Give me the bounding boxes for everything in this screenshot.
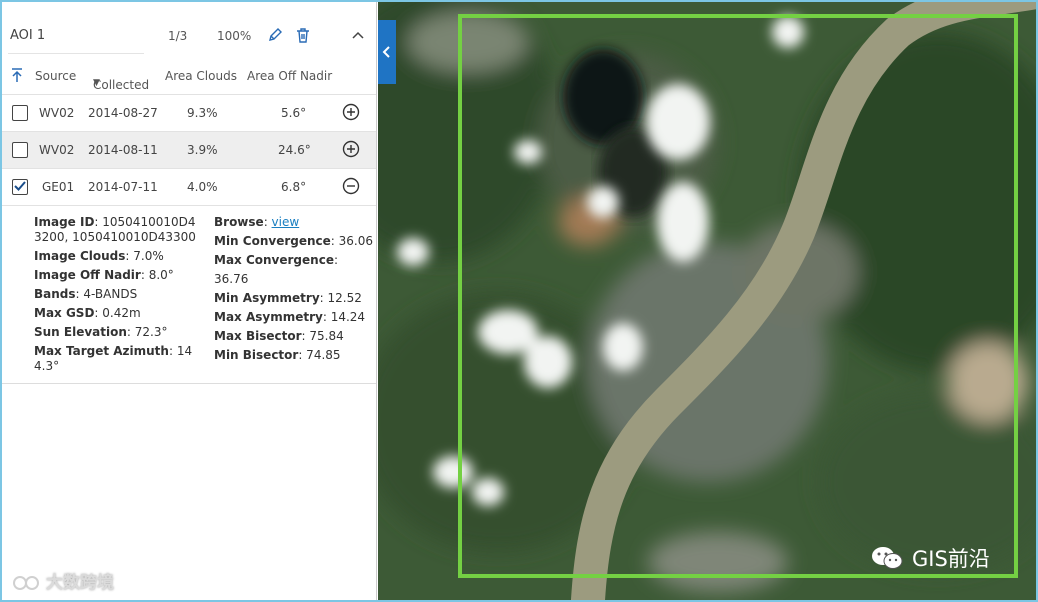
aoi-coverage-percent: 100% — [217, 29, 252, 43]
detail-value: : 74.85 — [298, 348, 341, 362]
detail-label: Image ID — [34, 215, 95, 229]
column-area-off-nadir[interactable]: Area Off Nadir — [247, 69, 332, 83]
aoi-outline[interactable] — [458, 14, 1018, 578]
browse-view-link[interactable]: view — [272, 215, 300, 229]
row-date: 2014-08-27 — [88, 106, 158, 120]
trash-icon[interactable] — [294, 26, 312, 44]
detail-value: : 12.52 — [319, 291, 362, 305]
aoi-name-underline — [8, 53, 144, 54]
results-column-header: Source Collected ▼ Area Clouds Area Off … — [2, 60, 376, 95]
row-source: WV02 — [39, 143, 75, 157]
panel-collapse-tab[interactable] — [378, 20, 396, 84]
watermark-right: GIS前沿 — [870, 543, 990, 573]
detail-sep: : — [263, 215, 272, 229]
aoi-page-count: 1/3 — [168, 29, 188, 43]
chevron-left-icon — [382, 46, 390, 58]
detail-max-target-azimuth: Max Target Azimuth: 14 — [34, 342, 204, 361]
table-row[interactable]: WV02 2014-08-11 3.9% 24.6° — [2, 132, 376, 169]
app-frame: AOI 1 1/3 100% Source Collected ▼ Area C… — [0, 0, 1038, 602]
row-date: 2014-08-11 — [88, 143, 158, 157]
checkmark-icon — [14, 181, 26, 191]
row-clouds: 3.9% — [187, 143, 218, 157]
imagery-panel: AOI 1 1/3 100% Source Collected ▼ Area C… — [2, 2, 377, 600]
detail-label: Max Target Azimuth — [34, 344, 169, 358]
detail-sun-elevation: Sun Elevation: 72.3° — [34, 323, 204, 342]
row-checkbox[interactable] — [12, 105, 28, 121]
detail-label: Image Off Nadir — [34, 268, 141, 282]
watermark-left: 大数跨境 — [12, 568, 114, 593]
row-source: GE01 — [42, 180, 75, 194]
sort-top-icon[interactable] — [10, 67, 24, 86]
details-right-column: Browse: view Min Convergence: 36.06 Max … — [214, 213, 374, 365]
detail-min-convergence: Min Convergence: 36.06 — [214, 232, 374, 251]
detail-label: Max Convergence — [214, 253, 334, 267]
detail-label: Image Clouds — [34, 249, 126, 263]
detail-value: : 4-BANDS — [75, 287, 138, 301]
column-source[interactable]: Source — [35, 69, 76, 83]
detail-image-clouds: Image Clouds: 7.0% — [34, 247, 204, 266]
detail-max-gsd: Max GSD: 0.42m — [34, 304, 204, 323]
table-row-selected[interactable]: GE01 2014-07-11 4.0% 6.8° — [2, 169, 376, 206]
row-date: 2014-07-11 — [88, 180, 158, 194]
detail-label: Max Bisector — [214, 329, 302, 343]
row-off-nadir: 6.8° — [281, 180, 307, 194]
wechat-icon — [872, 547, 903, 569]
row-clouds: 9.3% — [187, 106, 218, 120]
watermark-logo-icon — [13, 576, 39, 590]
detail-image-off-nadir: Image Off Nadir: 8.0° — [34, 266, 204, 285]
detail-label: Bands — [34, 287, 76, 301]
detail-min-bisector: Min Bisector: 74.85 — [214, 346, 374, 365]
detail-max-convergence: Max Convergence: 36.76 — [214, 251, 374, 289]
detail-value: : 75.84 — [301, 329, 344, 343]
detail-label: Min Asymmetry — [214, 291, 320, 305]
detail-label: Max GSD — [34, 306, 95, 320]
detail-label: Min Bisector — [214, 348, 299, 362]
aoi-name[interactable]: AOI 1 — [10, 28, 45, 43]
add-circle-icon[interactable] — [342, 103, 360, 121]
detail-label: Min Convergence — [214, 234, 331, 248]
details-left-column: Image ID: 1050410010D4 3200, 1050410010D… — [34, 213, 204, 376]
detail-label: Max Asymmetry — [214, 310, 323, 324]
chevron-up-icon[interactable] — [349, 26, 367, 44]
aoi-header: AOI 1 1/3 100% — [2, 2, 376, 58]
column-collected-label: Collected — [93, 78, 150, 92]
row-off-nadir: 24.6° — [278, 143, 311, 157]
add-circle-icon[interactable] — [342, 140, 360, 158]
detail-max-asymmetry: Max Asymmetry: 14.24 — [214, 308, 374, 327]
detail-max-bisector: Max Bisector: 75.84 — [214, 327, 374, 346]
sort-desc-icon: ▼ — [93, 78, 100, 88]
satellite-map[interactable] — [378, 2, 1036, 600]
detail-value: : 36.06 — [330, 234, 373, 248]
detail-label: Sun Elevation — [34, 325, 127, 339]
row-clouds: 4.0% — [187, 180, 218, 194]
remove-circle-icon[interactable] — [342, 177, 360, 195]
detail-bands: Bands: 4-BANDS — [34, 285, 204, 304]
detail-value: : 1050410010D4 — [94, 215, 196, 229]
detail-value: : 7.0% — [125, 249, 164, 263]
detail-value: : 14 — [168, 344, 193, 358]
table-row[interactable]: WV02 2014-08-27 9.3% 5.6° — [2, 95, 376, 132]
detail-browse: Browse: view — [214, 213, 374, 232]
detail-image-id-cont: 3200, 1050410010D43300 — [34, 230, 196, 244]
detail-value: : 72.3° — [126, 325, 168, 339]
row-source: WV02 — [39, 106, 75, 120]
detail-value: : 0.42m — [94, 306, 141, 320]
pencil-icon[interactable] — [266, 26, 284, 44]
detail-value: : 8.0° — [140, 268, 174, 282]
detail-value: : 14.24 — [322, 310, 366, 324]
watermark-left-text: 大数跨境 — [46, 573, 114, 593]
row-checkbox-checked[interactable] — [12, 179, 28, 195]
watermark-right-text: GIS前沿 — [912, 547, 990, 571]
detail-label: Browse — [214, 215, 264, 229]
column-area-clouds[interactable]: Area Clouds — [165, 69, 237, 83]
row-checkbox[interactable] — [12, 142, 28, 158]
detail-min-asymmetry: Min Asymmetry: 12.52 — [214, 289, 374, 308]
image-details: Image ID: 1050410010D4 3200, 1050410010D… — [2, 205, 376, 384]
row-off-nadir: 5.6° — [281, 106, 307, 120]
